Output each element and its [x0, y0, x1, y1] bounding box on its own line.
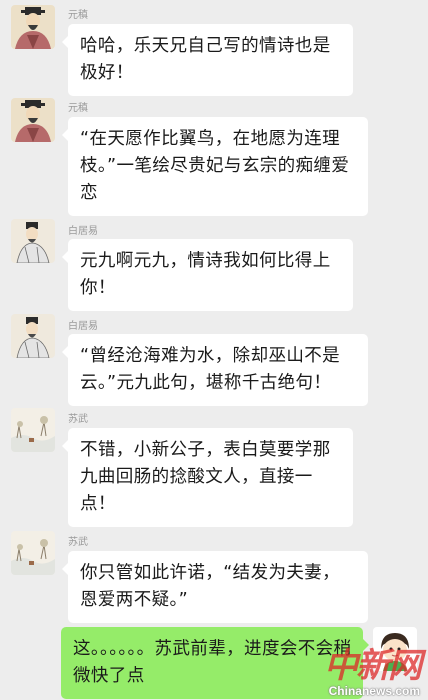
message-bubble[interactable]: 哈哈，乐天兄自己写的情诗也是极好！	[62, 24, 353, 96]
message-bubble[interactable]: 元九啊元九，情诗我如何比得上你！	[62, 239, 353, 311]
avatar-yuanzhen[interactable]	[11, 5, 55, 49]
sender-name: 苏武	[68, 537, 88, 548]
sender-name: 白居易	[68, 321, 98, 332]
sender-name: 元稹	[68, 10, 88, 21]
watermark-logo-en: Chinanews.com	[328, 684, 420, 698]
message-bubble[interactable]: 你只管如此许诺，“结发为夫妻，恩爱两不疑。”	[62, 551, 368, 623]
avatar-suwu[interactable]	[11, 531, 55, 575]
avatar-suwu[interactable]	[11, 408, 55, 452]
message-bubble[interactable]: “在天愿作比翼鸟，在地愿为连理枝。”一笔绘尽贵妃与玄宗的痴缠爱恋	[62, 117, 368, 216]
message-bubble-self[interactable]: 这。。。。。。苏武前辈，进度会不会稍微快了点	[61, 627, 369, 699]
sender-name: 苏武	[68, 414, 88, 425]
watermark-logo-cn: 中新网	[324, 646, 422, 686]
sender-name: 白居易	[68, 226, 98, 237]
watermark: 中新网 Chinanews.com	[324, 646, 422, 698]
avatar-baijuyi[interactable]	[11, 219, 55, 263]
avatar-baijuyi[interactable]	[11, 314, 55, 358]
message-bubble[interactable]: 不错，小新公子，表白莫要学那九曲回肠的捻酸文人，直接一点！	[62, 428, 353, 527]
sender-name: 元稹	[68, 103, 88, 114]
avatar-yuanzhen[interactable]	[11, 98, 55, 142]
message-bubble[interactable]: “曾经沧海难为水，除却巫山不是云。”元九此句，堪称千古绝句！	[62, 334, 368, 406]
